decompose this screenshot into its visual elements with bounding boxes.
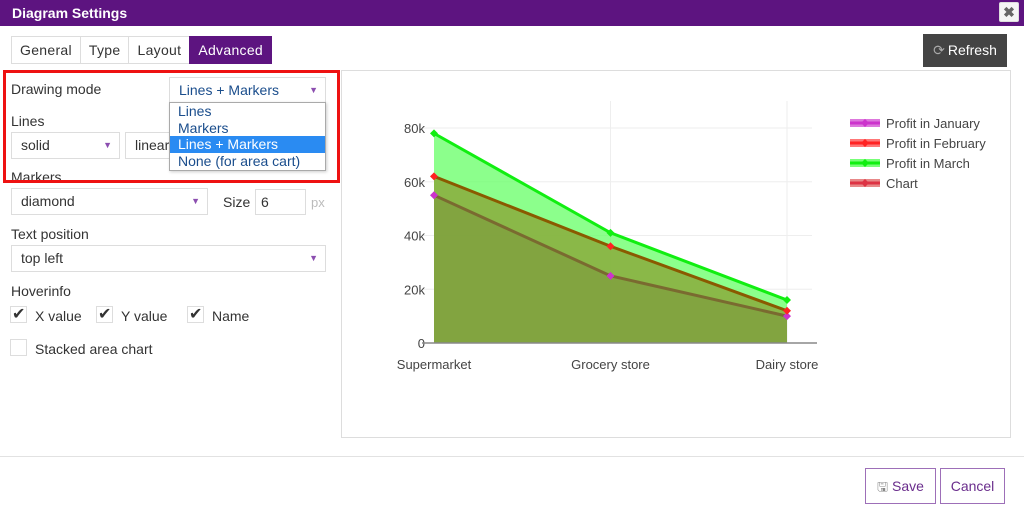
x-value-checkbox[interactable]: ✔ — [10, 306, 27, 323]
save-label: Save — [892, 478, 924, 494]
drawing-mode-label: Drawing mode — [11, 81, 102, 97]
refresh-label: Refresh — [947, 42, 997, 58]
legend-label: Profit in January — [886, 116, 980, 131]
drawing-mode-value: Lines + Markers — [179, 82, 279, 98]
option-none[interactable]: None (for area cart) — [170, 153, 325, 170]
cancel-button[interactable]: Cancel — [940, 468, 1005, 504]
close-icon: ✖ — [1003, 4, 1015, 20]
drawing-mode-dropdown: Lines Markers Lines + Markers None (for … — [169, 102, 326, 171]
save-button[interactable]: 🖫 Save — [865, 468, 936, 504]
check-icon: ✔ — [98, 306, 112, 323]
y-tick-label: 80k — [404, 121, 425, 136]
y-value-checkbox[interactable]: ✔ — [96, 306, 113, 323]
tab-type[interactable]: Type — [79, 36, 129, 64]
stacked-area-label: Stacked area chart — [35, 341, 153, 357]
save-icon: 🖫 — [877, 479, 889, 494]
chart-preview-panel: 0 20k 40k 60k 80k Supermarket Grocery store Dai… — [341, 70, 1011, 438]
x-tick-label: Grocery store — [571, 357, 650, 372]
check-icon: ✔ — [12, 306, 26, 323]
line-shape-value: linear — [135, 137, 170, 153]
name-label: Name — [212, 308, 250, 324]
size-input[interactable]: 6 — [255, 189, 306, 215]
marker-value: diamond — [21, 193, 75, 209]
area-chart: 020k40k60k80kSupermarket Grocery store Dai… — [397, 101, 986, 372]
tab-layout[interactable]: Layout — [128, 36, 190, 64]
refresh-icon: ⟳ — [933, 42, 945, 58]
chevron-down-icon: ▼ — [103, 140, 112, 150]
option-lines[interactable]: Lines — [170, 103, 325, 120]
text-position-value: top left — [21, 250, 64, 266]
x-tick-label: Dairy store — [756, 357, 819, 372]
dialog-title: Diagram Settings — [12, 5, 128, 21]
stacked-area-checkbox[interactable] — [10, 339, 27, 356]
x-value-label: X value — [35, 308, 82, 324]
legend-label: Chart — [886, 176, 918, 191]
close-button[interactable]: ✖ — [999, 2, 1019, 22]
size-label: Size — [223, 194, 251, 210]
y-value-label: Y value — [121, 308, 168, 324]
tab-bar: General Type Layout Advanced — [11, 36, 272, 64]
chevron-down-icon: ▼ — [309, 85, 318, 95]
dialog-titlebar: Diagram Settings ✖ — [0, 0, 1024, 26]
line-style-select[interactable]: solid ▼ — [11, 132, 120, 159]
footer-divider — [0, 456, 1024, 457]
refresh-button[interactable]: ⟳ Refresh — [923, 34, 1007, 67]
legend-label: Profit in February — [886, 136, 986, 151]
option-markers[interactable]: Markers — [170, 120, 325, 137]
y-tick-label: 40k — [404, 229, 425, 244]
text-position-label: Text position — [11, 226, 89, 242]
size-unit: px — [311, 195, 325, 210]
y-tick-label: 20k — [404, 282, 425, 297]
drawing-mode-select[interactable]: Lines + Markers ▼ — [169, 77, 326, 104]
text-position-select[interactable]: top left ▼ — [11, 245, 326, 272]
chevron-down-icon: ▼ — [191, 196, 200, 206]
check-icon: ✔ — [189, 306, 203, 323]
lines-label: Lines — [11, 113, 45, 129]
hoverinfo-label: Hoverinfo — [11, 283, 71, 299]
x-tick-label: Supermarket — [397, 357, 472, 372]
size-value: 6 — [261, 194, 269, 210]
marker-select[interactable]: diamond ▼ — [11, 188, 208, 215]
name-checkbox[interactable]: ✔ — [187, 306, 204, 323]
markers-label: Markers — [11, 169, 62, 185]
y-tick-label: 60k — [404, 175, 425, 190]
option-lines-markers[interactable]: Lines + Markers — [170, 136, 325, 153]
chevron-down-icon: ▼ — [309, 253, 318, 263]
tab-general[interactable]: General — [11, 36, 80, 64]
legend-label: Profit in March — [886, 156, 970, 171]
line-style-value: solid — [21, 137, 50, 153]
tab-advanced[interactable]: Advanced — [189, 36, 272, 64]
